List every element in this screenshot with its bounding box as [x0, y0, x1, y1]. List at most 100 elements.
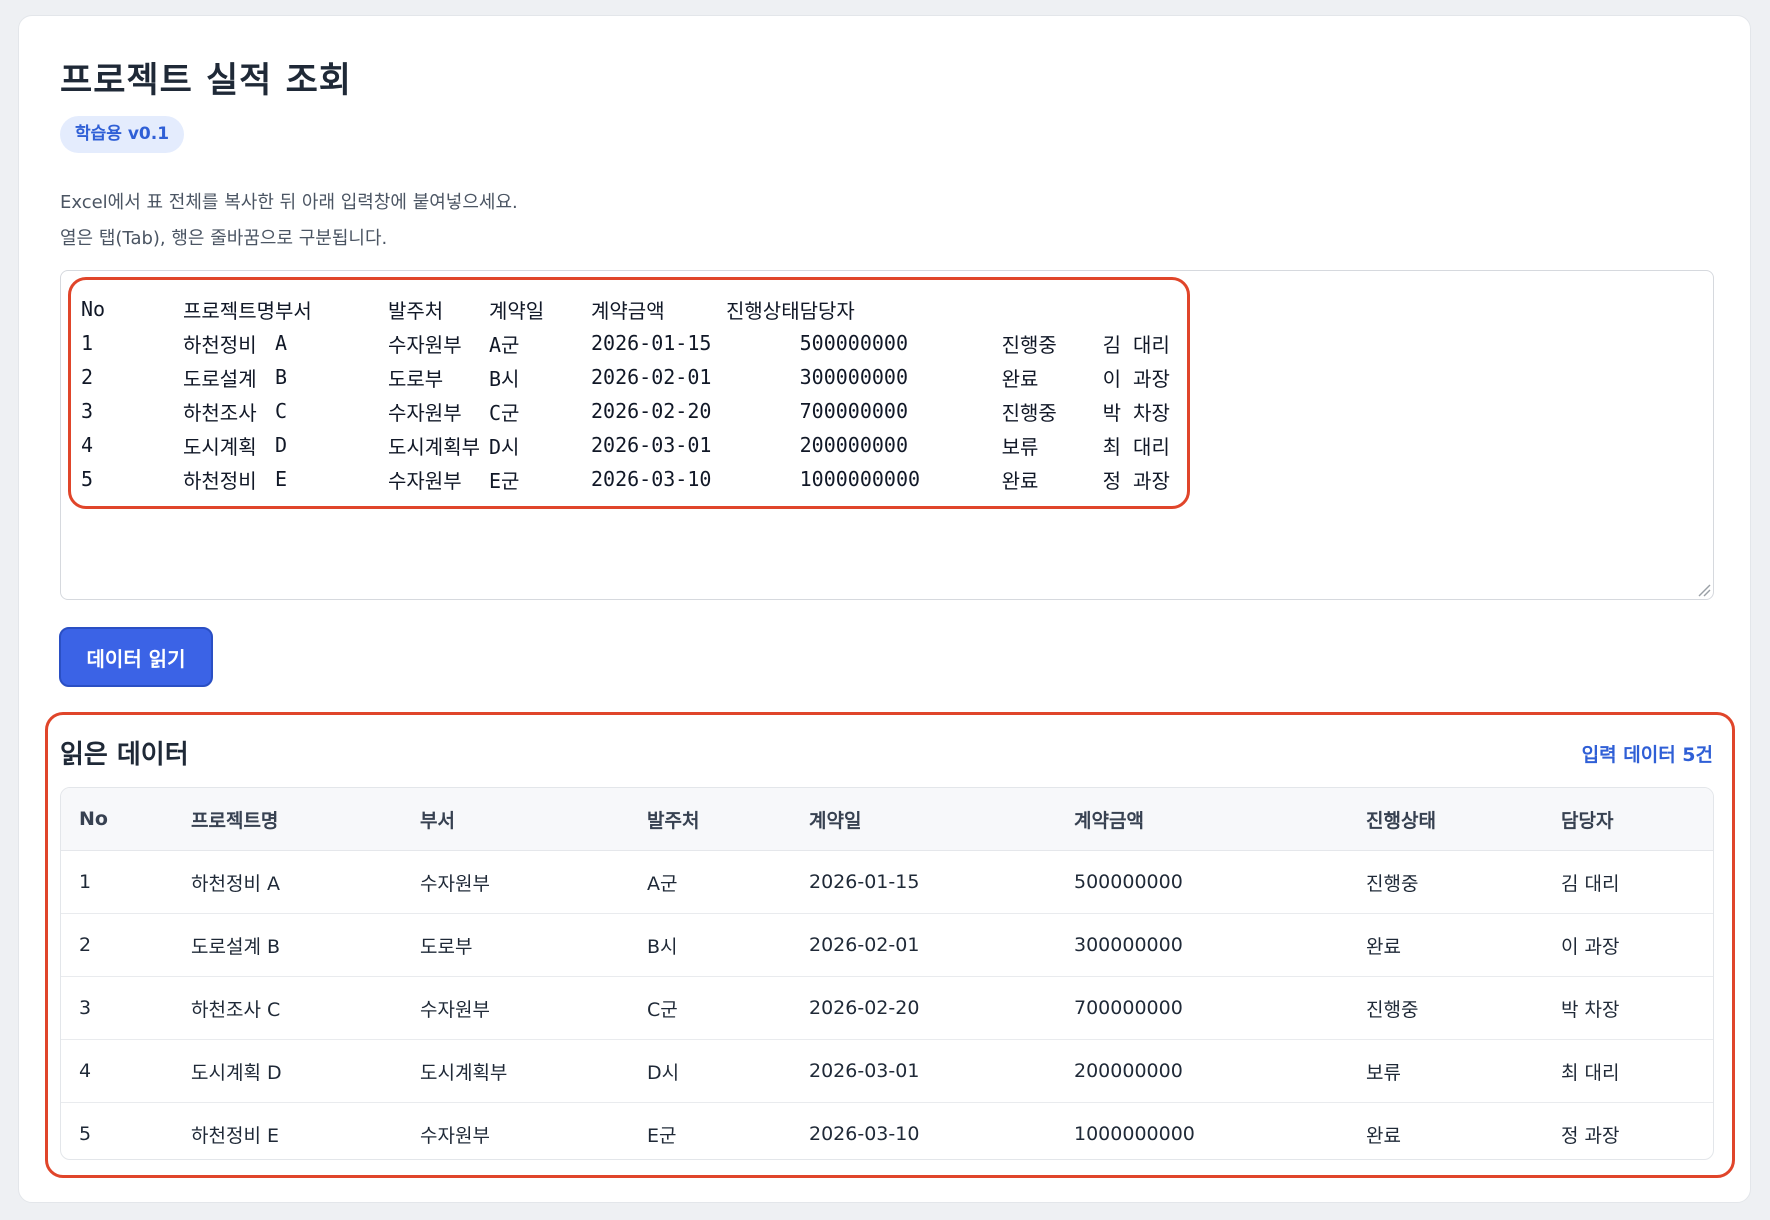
paste-cell: D	[275, 433, 288, 457]
column-header: 프로젝트명	[173, 788, 402, 851]
paste-cell	[1002, 292, 1103, 326]
column-header: 부서	[402, 788, 629, 851]
paste-cell: 진행상태	[726, 298, 800, 323]
paste-cell: 700000000	[799, 399, 908, 423]
table-header-row: No 프로젝트명 부서 발주처 계약일 계약금액 진행상태 담당자	[61, 788, 1713, 851]
result-table-container: No 프로젝트명 부서 발주처 계약일 계약금액 진행상태 담당자 1 하천정비 A 수자원부 A군…	[60, 787, 1714, 1160]
paste-content: No 프로젝트명 부서 발주처 계약일 계약금액 진행상태 담당자 1 하천정비 A 수자원부 A군 20…	[81, 292, 1183, 496]
table-cell: 완료	[1348, 913, 1543, 977]
result-count-label: 입력 데이터 5건	[1581, 744, 1713, 766]
paste-cell: 수자원부	[388, 400, 462, 425]
paste-cell: 보류	[1001, 434, 1039, 459]
paste-cell: 2026-03-01	[591, 433, 712, 457]
paste-cell: 2	[81, 365, 94, 389]
version-badge: 학습용 v0.1	[60, 116, 185, 153]
paste-cell: 도시계획	[183, 434, 257, 459]
paste-cell: 완료	[1001, 468, 1039, 493]
table-cell: 진행중	[1348, 976, 1543, 1040]
read-data-button[interactable]: 데이터 읽기	[59, 627, 213, 687]
column-header: 담당자	[1543, 788, 1713, 851]
paste-cell: 프로젝트명	[183, 298, 275, 323]
table-cell: 최 대리	[1543, 1039, 1713, 1103]
paste-cell	[726, 326, 800, 360]
table-cell: 정 과장	[1561, 1124, 1620, 1147]
paste-cell: 계약금액	[591, 298, 665, 323]
paste-cell: 하천조사	[183, 400, 257, 425]
paste-cell: No	[81, 297, 106, 321]
table-cell: 2026-02-20	[791, 976, 1056, 1040]
result-section-title: 읽은 데이터	[60, 740, 189, 770]
paste-cell	[726, 428, 800, 462]
column-header: 진행상태	[1348, 788, 1543, 851]
table-row: 3 하천조사 C 수자원부 C군 2026-02-20 700000000 진행중 박 차장	[61, 976, 1713, 1040]
result-table: No 프로젝트명 부서 발주처 계약일 계약금액 진행상태 담당자 1 하천정비 A 수자원부 A군…	[61, 788, 1713, 1159]
table-cell: 하천조사 C	[173, 976, 402, 1040]
paste-cell: 수자원부	[388, 468, 462, 493]
paste-line: 5 하천정비 E 수자원부 E군 2026-03-10 1000000000 완료 정 과장	[81, 462, 1183, 496]
table-cell: 500000000	[1056, 850, 1348, 914]
paste-cell: E군	[489, 468, 520, 493]
paste-cell: 이 과장	[1102, 366, 1170, 391]
paste-cell: 500000000	[799, 331, 908, 355]
paste-cell	[1103, 292, 1183, 326]
table-cell: 2	[61, 913, 173, 977]
paste-cell: 계약일	[489, 298, 545, 323]
paste-cell: 도로부	[388, 366, 444, 391]
table-cell: 2026-02-01	[791, 913, 1056, 977]
table-cell: 하천정비 A	[173, 850, 402, 914]
paste-cell: B시	[489, 366, 520, 391]
page-title: 프로젝트 실적 조회	[60, 61, 352, 101]
paste-line: 4 도시계획 D 도시계획부 D시 2026-03-01 200000000 보류 최 대리	[81, 428, 1183, 462]
table-cell: 수자원부	[402, 976, 629, 1040]
paste-cell: 300000000	[799, 365, 908, 389]
paste-cell	[726, 462, 800, 496]
table-cell: 300000000	[1056, 913, 1348, 977]
paste-cell: 도시계획부	[388, 434, 480, 459]
table-cell: 완료	[1366, 1124, 1401, 1147]
table-row: 1 하천정비 A 수자원부 A군 2026-01-15 500000000 진행중 김 대리	[61, 850, 1713, 914]
resize-grip-icon[interactable]	[1697, 583, 1711, 597]
table-cell: 박 차장	[1543, 976, 1713, 1040]
table-cell: 보류	[1348, 1039, 1543, 1103]
table-cell: A군	[629, 850, 791, 914]
paste-line: 1 하천정비 A 수자원부 A군 2026-01-15 500000000 진행중 김 대리	[81, 326, 1183, 360]
paste-cell: 2026-02-01	[591, 365, 712, 389]
table-cell: 2026-03-10	[809, 1123, 920, 1145]
paste-cell: B	[275, 365, 288, 389]
table-cell: 도로부	[402, 913, 629, 977]
paste-cell: 발주처	[388, 298, 444, 323]
table-cell: 김 대리	[1543, 850, 1713, 914]
paste-cell: 3	[81, 399, 94, 423]
paste-cell: A	[275, 331, 288, 355]
paste-cell: 부서	[275, 298, 312, 323]
table-cell: B시	[629, 913, 791, 977]
table-cell: 3	[61, 976, 173, 1040]
paste-cell: 1	[81, 331, 94, 355]
table-cell: C군	[629, 976, 791, 1040]
table-row: 4 도시계획 D 도시계획부 D시 2026-03-01 200000000 보류 최 대리	[61, 1039, 1713, 1103]
table-cell: 1000000000	[1074, 1123, 1195, 1145]
paste-cell: 김 대리	[1102, 332, 1170, 357]
table-cell: 200000000	[1056, 1039, 1348, 1103]
table-cell: 이 과장	[1543, 913, 1713, 977]
table-cell: 진행중	[1348, 850, 1543, 914]
paste-cell: 진행중	[1001, 400, 1057, 425]
table-cell: 하천정비 E	[191, 1124, 279, 1147]
table-row: 2 도로설계 B 도로부 B시 2026-02-01 300000000 완료 이 과장	[61, 913, 1713, 977]
table-cell: 도로설계 B	[173, 913, 402, 977]
table-cell: 700000000	[1056, 976, 1348, 1040]
table-cell: 2026-03-01	[791, 1039, 1056, 1103]
paste-cell: 수자원부	[388, 332, 462, 357]
paste-line: 3 하천조사 C 수자원부 C군 2026-02-20 700000000 진행중 박 차장	[81, 394, 1183, 428]
column-header: 계약금액	[1056, 788, 1348, 851]
paste-cell: 하천정비	[183, 332, 257, 357]
paste-cell: 최 대리	[1102, 434, 1170, 459]
paste-cell: 박 차장	[1102, 400, 1170, 425]
paste-line: No 프로젝트명 부서 발주처 계약일 계약금액 진행상태 담당자	[81, 292, 1183, 326]
paste-cell: 완료	[1001, 366, 1039, 391]
table-cell: 1	[61, 850, 173, 914]
column-header: No	[61, 788, 173, 851]
instruction-line-2: 열은 탭(Tab), 행은 줄바꿈으로 구분됩니다.	[60, 228, 388, 249]
table-cell: 도시계획 D	[173, 1039, 402, 1103]
paste-cell: 진행중	[1001, 332, 1057, 357]
